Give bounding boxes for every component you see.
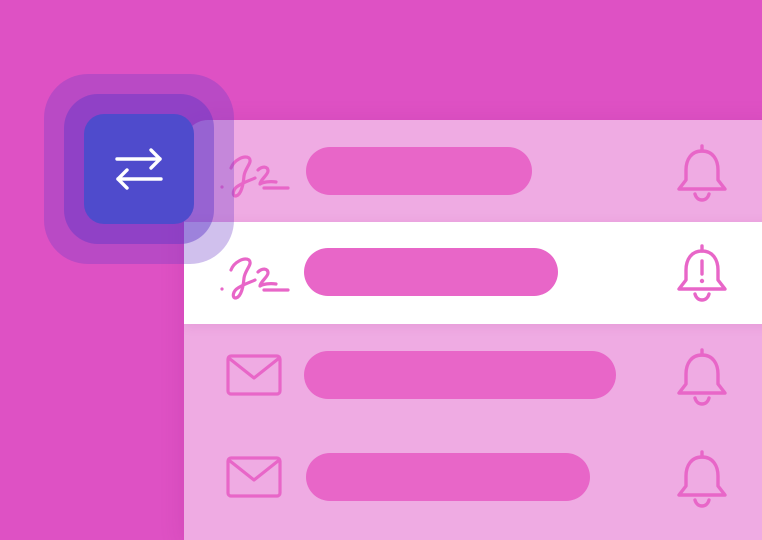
item-placeholder-bar (306, 147, 532, 195)
list-item-active[interactable] (184, 222, 762, 324)
notification-list-panel (184, 120, 762, 540)
list-item[interactable] (184, 426, 762, 528)
list-item[interactable] (184, 120, 762, 222)
item-placeholder-bar (306, 453, 590, 501)
swap-button-wrapper (44, 74, 234, 264)
list-item[interactable] (184, 324, 762, 426)
bell-icon[interactable] (674, 346, 730, 406)
swap-button[interactable] (84, 114, 194, 224)
item-placeholder-bar (304, 248, 558, 296)
item-placeholder-bar (304, 351, 616, 399)
mail-icon (226, 456, 282, 498)
bell-icon[interactable] (674, 142, 730, 202)
bell-icon[interactable] (674, 448, 730, 508)
mail-icon (226, 354, 282, 396)
bell-alert-icon[interactable] (674, 242, 730, 302)
swap-arrows-icon (115, 148, 163, 190)
